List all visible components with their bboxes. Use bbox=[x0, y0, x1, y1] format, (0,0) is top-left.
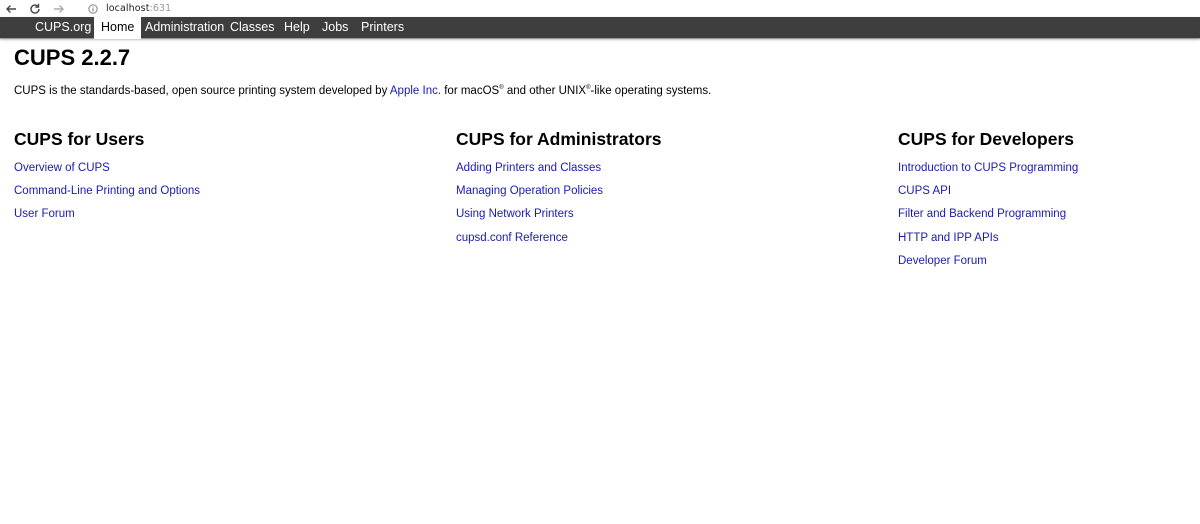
cupsd-conf-link[interactable]: cupsd.conf Reference bbox=[456, 232, 568, 244]
users-link-list: Overview of CUPS Command-Line Printing a… bbox=[14, 161, 200, 231]
admins-link-list: Adding Printers and Classes Managing Ope… bbox=[456, 161, 603, 254]
users-heading: CUPS for Users bbox=[14, 129, 145, 149]
list-item: Command-Line Printing and Options bbox=[14, 184, 200, 207]
developers-link-list: Introduction to CUPS Programming CUPS AP… bbox=[898, 161, 1078, 277]
overview-link[interactable]: Overview of CUPS bbox=[14, 162, 110, 174]
list-item: Adding Printers and Classes bbox=[456, 161, 603, 184]
cups-programming-link[interactable]: Introduction to CUPS Programming bbox=[898, 162, 1078, 174]
address-bar[interactable]: localhost:631 bbox=[106, 3, 171, 14]
intro-part1: CUPS is the standards-based, open source… bbox=[14, 85, 390, 97]
page-title: CUPS 2.2.7 bbox=[14, 45, 131, 70]
admins-column: CUPS for Administrators Adding Printers … bbox=[456, 128, 662, 244]
list-item: cupsd.conf Reference bbox=[456, 231, 603, 254]
back-button[interactable] bbox=[4, 2, 18, 16]
forward-button[interactable] bbox=[52, 2, 66, 16]
intro-part2: for macOS bbox=[441, 85, 500, 97]
user-forum-link[interactable]: User Forum bbox=[14, 208, 75, 220]
users-column: CUPS for Users Overview of CUPS Command-… bbox=[14, 128, 200, 220]
nav-item-jobs[interactable]: Jobs bbox=[315, 17, 355, 38]
reload-icon bbox=[30, 3, 40, 14]
arrow-left-icon bbox=[6, 4, 16, 13]
list-item: Using Network Printers bbox=[456, 207, 603, 230]
admins-heading: CUPS for Administrators bbox=[456, 129, 662, 149]
intro-part4: -like operating systems. bbox=[590, 85, 712, 97]
nav-item-printers[interactable]: Printers bbox=[354, 17, 411, 38]
adding-printers-link[interactable]: Adding Printers and Classes bbox=[456, 162, 601, 174]
intro-part3: and other UNIX bbox=[503, 85, 587, 97]
apple-link[interactable]: Apple Inc. bbox=[390, 85, 441, 97]
developers-heading: CUPS for Developers bbox=[898, 129, 1075, 149]
nav-item-home[interactable]: Home bbox=[94, 17, 142, 39]
list-item: User Forum bbox=[14, 207, 200, 230]
filter-backend-link[interactable]: Filter and Backend Programming bbox=[898, 208, 1066, 220]
arrow-right-icon bbox=[54, 4, 64, 13]
info-icon[interactable] bbox=[88, 3, 98, 14]
developers-column: CUPS for Developers Introduction to CUPS… bbox=[898, 128, 1078, 267]
list-item: CUPS API bbox=[898, 184, 1078, 207]
http-ipp-link[interactable]: HTTP and IPP APIs bbox=[898, 232, 999, 244]
list-item: Overview of CUPS bbox=[14, 161, 200, 184]
list-item: Filter and Backend Programming bbox=[898, 207, 1078, 230]
reload-button[interactable] bbox=[28, 2, 42, 16]
developer-forum-link[interactable]: Developer Forum bbox=[898, 255, 987, 267]
nav-item-help[interactable]: Help bbox=[277, 17, 317, 38]
intro-text: CUPS is the standards-based, open source… bbox=[14, 81, 711, 98]
url-host: localhost bbox=[106, 3, 150, 14]
cups-nav-bar: CUPS.org Home Administration Classes Hel… bbox=[0, 17, 1200, 39]
list-item: Managing Operation Policies bbox=[456, 184, 603, 207]
list-item: Developer Forum bbox=[898, 254, 1078, 277]
browser-toolbar: localhost:631 bbox=[0, 0, 1200, 17]
url-port: :631 bbox=[149, 3, 172, 14]
network-printers-link[interactable]: Using Network Printers bbox=[456, 208, 574, 220]
list-item: Introduction to CUPS Programming bbox=[898, 161, 1078, 184]
cli-printing-link[interactable]: Command-Line Printing and Options bbox=[14, 185, 200, 197]
nav-item-classes[interactable]: Classes bbox=[223, 17, 281, 38]
cups-api-link[interactable]: CUPS API bbox=[898, 185, 951, 197]
nav-item-administration[interactable]: Administration bbox=[138, 17, 231, 38]
operation-policies-link[interactable]: Managing Operation Policies bbox=[456, 185, 603, 197]
list-item: HTTP and IPP APIs bbox=[898, 231, 1078, 254]
nav-item-cups-org[interactable]: CUPS.org bbox=[28, 17, 98, 38]
